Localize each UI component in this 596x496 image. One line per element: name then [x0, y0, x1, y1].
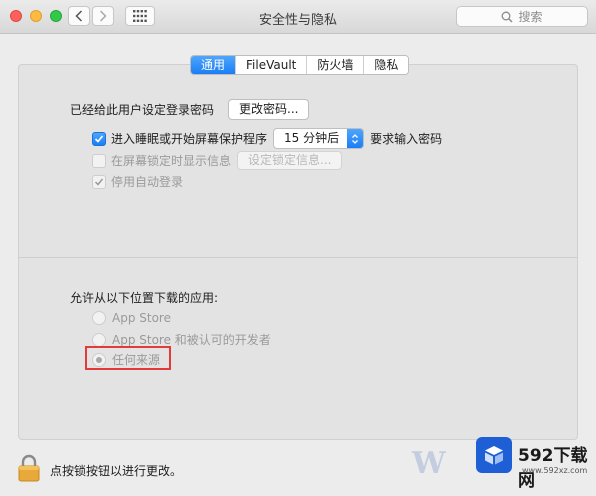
radio-button[interactable]	[92, 311, 106, 325]
password-delay-value: 15 分钟后	[284, 131, 340, 145]
search-placeholder: 搜索	[518, 10, 543, 24]
set-lock-message-button[interactable]: 设定锁定信息...	[237, 151, 343, 170]
disable-auto-login-checkbox[interactable]	[92, 174, 106, 189]
require-password-row: 进入睡眠或开始屏幕保护程序 15 分钟后 要求输入密码	[92, 128, 442, 149]
password-label: 已经给此用户设定登录密码	[70, 103, 215, 117]
checkmark-icon	[94, 178, 104, 186]
tab-general[interactable]: 通用	[191, 56, 237, 74]
search-icon	[502, 11, 514, 23]
tab-bar: 通用 FileVault 防火墙 隐私	[190, 55, 410, 75]
require-password-checkbox[interactable]	[92, 131, 106, 146]
updown-arrow-icon	[347, 129, 364, 148]
radio-label: App Store	[112, 311, 171, 325]
disable-auto-login-row: 停用自动登录	[92, 173, 183, 190]
search-input[interactable]: 搜索	[456, 6, 588, 27]
tab-firewall[interactable]: 防火墙	[307, 56, 365, 74]
lock-icon[interactable]	[18, 454, 40, 482]
disable-auto-login-label: 停用自动登录	[111, 175, 184, 189]
highlight-box	[85, 346, 171, 370]
tab-filevault[interactable]: FileVault	[236, 56, 308, 74]
radio-button[interactable]	[92, 332, 106, 347]
section-divider	[18, 257, 578, 258]
checkmark-icon	[94, 134, 104, 143]
watermark-logo-letters: W	[412, 446, 446, 481]
require-password-label: 进入睡眠或开始屏幕保护程序	[111, 132, 268, 146]
show-message-row: 在屏幕锁定时显示信息 设定锁定信息...	[92, 151, 343, 170]
title-bar: 安全性与隐私 搜索	[0, 0, 596, 34]
watermark-url: www.592xz.com	[522, 466, 588, 475]
show-message-checkbox[interactable]	[92, 153, 106, 168]
lock-hint-text: 点按锁按钮以进行更改。	[50, 464, 183, 478]
content-panel	[18, 64, 578, 440]
tab-privacy[interactable]: 隐私	[364, 56, 409, 74]
watermark-logo-icon	[476, 437, 512, 473]
show-message-label: 在屏幕锁定时显示信息	[111, 154, 232, 168]
require-password-suffix: 要求输入密码	[370, 132, 443, 146]
downloads-heading-row: 允许从以下位置下载的应用:	[70, 289, 218, 306]
radio-app-store[interactable]: App Store	[92, 311, 171, 325]
password-delay-select[interactable]: 15 分钟后	[273, 128, 365, 149]
change-password-button[interactable]: 更改密码...	[228, 99, 310, 120]
password-row: 已经给此用户设定登录密码 更改密码...	[70, 99, 310, 120]
downloads-heading: 允许从以下位置下载的应用:	[70, 291, 219, 305]
